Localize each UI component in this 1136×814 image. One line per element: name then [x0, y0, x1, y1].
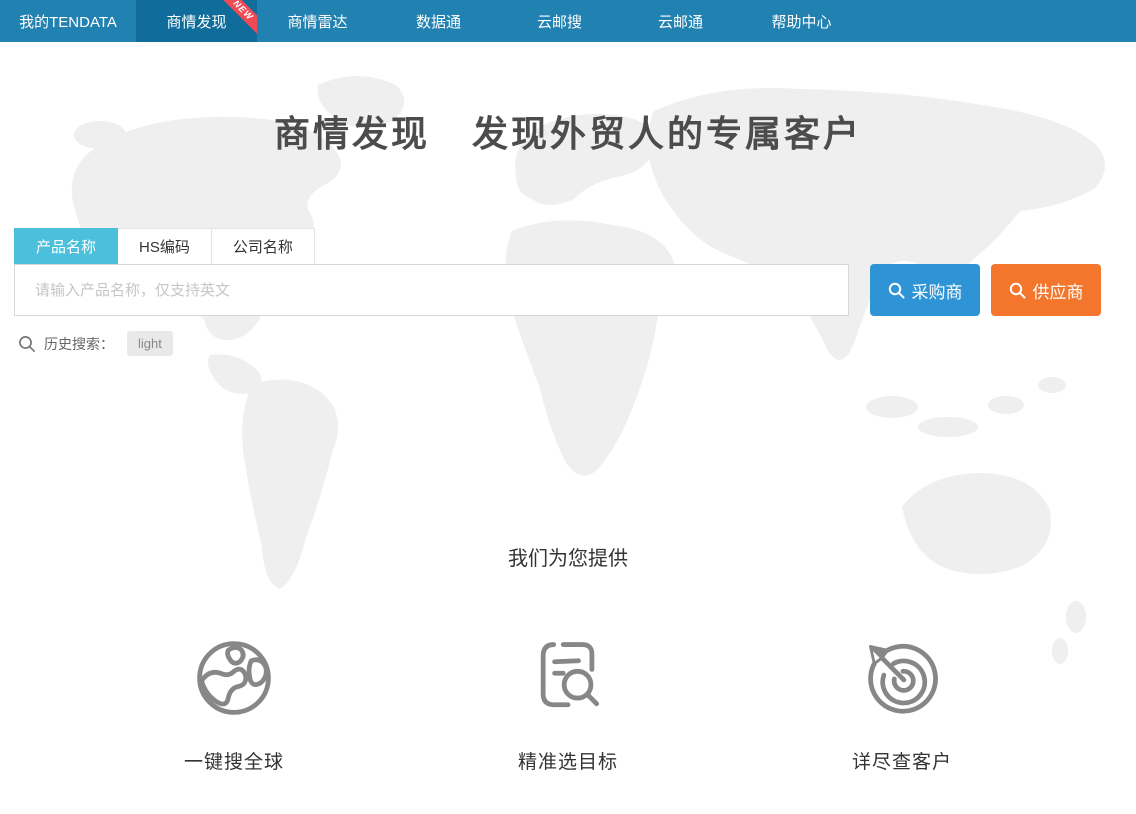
globe-icon [191, 635, 277, 721]
features-section-title: 我们为您提供 [0, 542, 1136, 571]
nav-item-data-link[interactable]: 数据通 [378, 0, 499, 42]
nav-item-business-discovery[interactable]: 商情发现 NEW [136, 0, 257, 42]
search-icon [888, 282, 905, 299]
search-history: 历史搜索： light [14, 331, 1101, 356]
history-item[interactable]: light [127, 331, 173, 356]
history-search-icon [18, 335, 36, 353]
page-title-left: 商情发现 [274, 113, 430, 155]
target-dart-icon [859, 635, 945, 721]
supplier-search-button[interactable]: 供应商 [991, 264, 1101, 316]
nav-item-label: 云邮通 [658, 11, 703, 32]
nav-item-label: 帮助中心 [771, 11, 831, 32]
nav-item-business-radar[interactable]: 商情雷达 [257, 0, 378, 42]
history-label: 历史搜索： [44, 334, 114, 354]
nav-item-cloud-mail-search[interactable]: 云邮搜 [499, 0, 620, 42]
tab-company-name[interactable]: 公司名称 [212, 228, 315, 264]
nav-item-my-tendata[interactable]: 我的TENDATA [0, 0, 136, 42]
nav-item-label: 我的TENDATA [19, 11, 117, 32]
document-search-icon [525, 635, 611, 721]
search-section: 产品名称 HS编码 公司名称 采购商 供应商 [0, 228, 1136, 356]
nav-item-label: 云邮搜 [537, 11, 582, 32]
nav-item-label: 商情雷达 [287, 11, 347, 32]
tab-product-name[interactable]: 产品名称 [14, 228, 118, 264]
feature-customer-detail: 详尽查客户 [819, 635, 985, 774]
top-navbar: 我的TENDATA 商情发现 NEW 商情雷达 数据通 云邮搜 云邮通 帮助中心 [0, 0, 1136, 42]
tab-hs-code[interactable]: HS编码 [118, 228, 212, 264]
search-tabs: 产品名称 HS编码 公司名称 [14, 228, 1101, 264]
nav-item-cloud-mail[interactable]: 云邮通 [620, 0, 741, 42]
buyer-search-button[interactable]: 采购商 [870, 264, 980, 316]
features-row: 一键搜全球 精准选目标 [0, 635, 1136, 774]
feature-label: 一键搜全球 [184, 747, 284, 774]
buyer-button-label: 采购商 [912, 278, 963, 303]
feature-precise-targeting: 精准选目标 [485, 635, 651, 774]
search-icon [1009, 282, 1026, 299]
nav-item-label: 商情发现 [166, 11, 226, 32]
feature-label: 详尽查客户 [852, 747, 952, 774]
feature-global-search: 一键搜全球 [151, 635, 317, 774]
supplier-button-label: 供应商 [1033, 278, 1084, 303]
page-title-right: 发现外贸人的专属客户 [472, 113, 862, 155]
nav-item-help-center[interactable]: 帮助中心 [741, 0, 862, 42]
nav-item-label: 数据通 [416, 11, 461, 32]
page-title: 商情发现发现外贸人的专属客户 [0, 110, 1136, 158]
search-input[interactable] [14, 264, 849, 316]
feature-label: 精准选目标 [518, 747, 618, 774]
